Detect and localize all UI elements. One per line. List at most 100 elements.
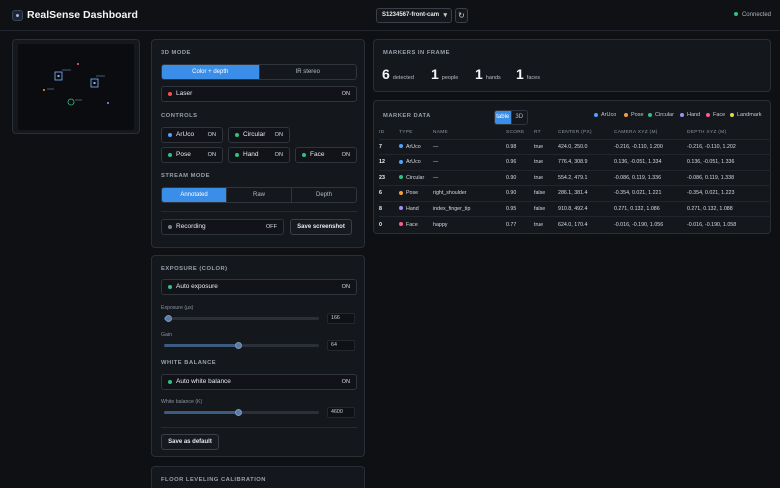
legend-item: Circular bbox=[648, 112, 674, 118]
col-rt: RT bbox=[534, 130, 541, 136]
type-dot-icon bbox=[399, 206, 403, 211]
toggle-label: ArUco bbox=[176, 131, 195, 138]
toggle-circular[interactable]: Circular ON bbox=[228, 127, 290, 143]
top-bar: RealSense Dashboard S1234567-front-cam ▾… bbox=[0, 0, 780, 31]
exposure-slider[interactable] bbox=[164, 315, 319, 322]
auto-wb-label: Auto white balance bbox=[176, 378, 231, 385]
cell-center: 424.0, 250.0 bbox=[558, 138, 614, 155]
legend-label: ArUco bbox=[601, 112, 617, 118]
circular-marker-23 bbox=[67, 98, 75, 106]
cell-id: 23 bbox=[379, 169, 399, 186]
cell-center: 910.8, 492.4 bbox=[558, 200, 614, 217]
aruco-marker-7-center bbox=[57, 75, 60, 77]
stat-hands: 1 hands bbox=[475, 66, 501, 84]
toggle-aruco[interactable]: ArUco ON bbox=[161, 127, 223, 143]
wb-input[interactable]: 4600 bbox=[327, 407, 355, 418]
cell-type: Face bbox=[399, 216, 433, 232]
cell-score: 0.90 bbox=[506, 169, 534, 186]
exposure-panel: EXPOSURE (COLOR) Auto exposure ON Exposu… bbox=[151, 255, 365, 457]
type-label: ArUco bbox=[406, 143, 421, 150]
cell-depth-xyz: 0.136, -0.051, 1.336 bbox=[687, 154, 771, 170]
cell-camera-xyz: -0.354, 0.021, 1.221 bbox=[614, 185, 687, 201]
cell-score: 0.98 bbox=[506, 138, 534, 155]
type-dot-icon bbox=[399, 159, 403, 164]
toggle-label: Circular bbox=[243, 131, 266, 138]
stat-label: hands bbox=[485, 75, 501, 81]
marker-view-toggle: table 3D bbox=[494, 110, 528, 125]
marker-tag bbox=[75, 99, 82, 101]
gain-input[interactable]: 64 bbox=[327, 340, 355, 351]
save-default-button[interactable]: Save as default bbox=[161, 434, 219, 450]
camera-preview[interactable] bbox=[18, 44, 134, 130]
type-label: Hand bbox=[406, 205, 419, 212]
wb-slider[interactable] bbox=[164, 409, 319, 416]
marker-overlay bbox=[43, 63, 109, 106]
gain-knob[interactable] bbox=[234, 342, 242, 349]
exposure-knob[interactable] bbox=[165, 315, 173, 322]
stream-depth[interactable]: Depth bbox=[292, 188, 356, 202]
cell-center: 554.2, 479.1 bbox=[558, 169, 614, 186]
stream-raw[interactable]: Raw bbox=[227, 188, 292, 202]
recording-label: Recording bbox=[176, 223, 206, 230]
table-row[interactable]: 8 Hand index_finger_tip 0.95 false 910.8… bbox=[379, 200, 771, 217]
cell-id: 7 bbox=[379, 138, 399, 155]
cell-depth-xyz: 0.271, 0.132, 1.088 bbox=[687, 200, 771, 217]
floor-panel: FLOOR LEVELING CALIBRATION bbox=[151, 466, 365, 488]
type-dot-icon bbox=[399, 190, 403, 195]
save-screenshot-button[interactable]: Save screenshot bbox=[290, 219, 352, 235]
type-label: ArUco bbox=[406, 159, 421, 166]
cell-score: 0.96 bbox=[506, 154, 534, 170]
refresh-icon: ↻ bbox=[458, 11, 465, 20]
marker-tag bbox=[62, 69, 71, 71]
mode-color-depth[interactable]: Color + depth bbox=[162, 65, 260, 79]
recording-dot-icon bbox=[168, 225, 172, 229]
toggle-pose[interactable]: Pose ON bbox=[161, 147, 223, 163]
stat-label: detected bbox=[392, 75, 414, 81]
camera-select[interactable]: S1234567-front-cam ▾ bbox=[376, 8, 452, 23]
controls-title: CONTROLS bbox=[161, 113, 198, 119]
stat-number: 1 bbox=[431, 66, 439, 82]
table-row[interactable]: 7 ArUco — 0.98 true 424.0, 250.0 -0.216,… bbox=[379, 138, 771, 155]
stat-number: 6 bbox=[382, 66, 390, 82]
gain-slider[interactable] bbox=[164, 342, 319, 349]
wb-label: White balance (K) bbox=[161, 399, 203, 405]
stream-annotated[interactable]: Annotated bbox=[162, 188, 227, 202]
cell-center: 624.0, 170.4 bbox=[558, 216, 614, 232]
view-3d[interactable]: 3D bbox=[512, 111, 528, 124]
col-id: ID bbox=[379, 130, 385, 136]
toggle-hand[interactable]: Hand ON bbox=[228, 147, 290, 163]
type-label: Circular bbox=[406, 174, 425, 181]
wb-knob[interactable] bbox=[234, 409, 242, 416]
recording-toggle[interactable]: Recording OFF bbox=[161, 219, 284, 235]
cell-depth-xyz: -0.016, -0.190, 1.058 bbox=[687, 216, 771, 232]
cell-rt: true bbox=[534, 216, 558, 232]
mode3d-title: 3D MODE bbox=[161, 50, 191, 56]
toggle-face[interactable]: Face ON bbox=[295, 147, 357, 163]
cell-name: — bbox=[433, 138, 506, 155]
cell-id: 8 bbox=[379, 200, 399, 217]
table-row[interactable]: 12 ArUco — 0.96 true 776.4, 308.9 0.136,… bbox=[379, 154, 771, 170]
chevron-down-icon: ▾ bbox=[443, 12, 447, 19]
table-row[interactable]: 6 Pose right_shoulder 0.90 false 286.1, … bbox=[379, 185, 771, 201]
auto-exposure-state: ON bbox=[341, 284, 350, 290]
cell-rt: true bbox=[534, 138, 558, 155]
auto-wb-dot-icon bbox=[168, 380, 172, 384]
mode-ir-stereo[interactable]: IR stereo bbox=[260, 65, 357, 79]
auto-wb-toggle[interactable]: Auto white balance ON bbox=[161, 374, 357, 390]
toggle-state: ON bbox=[274, 132, 283, 138]
table-row[interactable]: 23 Circular — 0.90 true 554.2, 479.1 -0.… bbox=[379, 169, 771, 186]
cell-type: Circular bbox=[399, 169, 433, 186]
legend-label: Face bbox=[713, 112, 726, 118]
laser-toggle[interactable]: Laser ON bbox=[161, 86, 357, 102]
pose-dot-icon bbox=[168, 153, 172, 157]
type-label: Pose bbox=[406, 190, 419, 197]
refresh-button[interactable]: ↻ bbox=[455, 8, 468, 23]
auto-exposure-toggle[interactable]: Auto exposure ON bbox=[161, 279, 357, 295]
col-type: TYPE bbox=[399, 130, 413, 136]
legend-label: Hand bbox=[687, 112, 701, 118]
legend-item: Pose bbox=[624, 112, 644, 118]
table-row[interactable]: 0 Face happy 0.77 true 624.0, 170.4 -0.0… bbox=[379, 216, 771, 232]
view-table[interactable]: table bbox=[495, 111, 512, 124]
exposure-input[interactable]: 166 bbox=[327, 313, 355, 324]
col-depth-xyz: DEPTH XYZ (M) bbox=[687, 130, 727, 136]
